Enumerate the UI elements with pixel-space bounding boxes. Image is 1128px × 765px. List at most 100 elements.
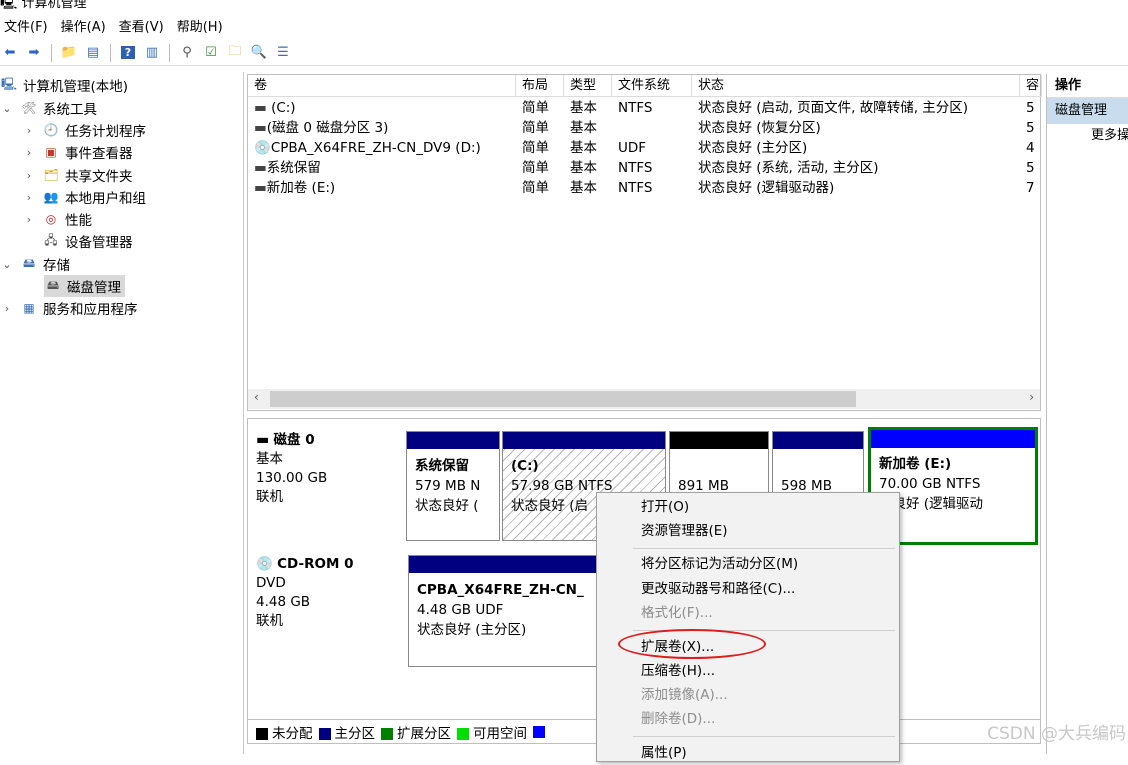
- actions-more[interactable]: 更多操: [1047, 124, 1128, 148]
- cdrom0-info[interactable]: 💿 CD-ROM 0 DVD 4.48 GB 联机: [256, 555, 353, 631]
- legend-logical: [533, 724, 549, 740]
- menu-item-mark-active[interactable]: 将分区标记为活动分区(M): [641, 552, 798, 576]
- column-header-type[interactable]: 类型: [564, 75, 612, 97]
- menu-bar: 文件(F) 操作(A) 查看(V) 帮助(H): [0, 14, 1128, 36]
- chevron-right-icon[interactable]: ›: [22, 146, 36, 159]
- tree-item-disk-management[interactable]: 🖴 磁盘管理: [44, 275, 125, 297]
- chevron-down-icon[interactable]: ⌄: [0, 258, 14, 271]
- table-row[interactable]: ▬系统保留 简单 基本 NTFS 状态良好 (系统, 活动, 主分区) 5: [248, 158, 1042, 178]
- actions-section-disk-management[interactable]: 磁盘管理: [1047, 98, 1128, 124]
- table-row[interactable]: ▬新加卷 (E:) 简单 基本 NTFS 状态良好 (逻辑驱动器) 7: [248, 178, 1042, 198]
- menu-item-format[interactable]: 格式化(F)...: [641, 601, 713, 625]
- tree-item-device-manager[interactable]: 🖧 设备管理器: [22, 230, 132, 252]
- disk-icon: ▬: [256, 432, 270, 448]
- users-icon: 👥: [43, 190, 59, 204]
- volume-list-header: 卷 布局 类型 文件系统 状态 容: [248, 75, 1042, 97]
- column-header-capacity[interactable]: 容: [1020, 75, 1042, 97]
- forward-icon[interactable]: ➡: [24, 43, 44, 63]
- performance-icon: ◎: [45, 212, 57, 226]
- legend-primary: 主分区: [318, 722, 375, 742]
- new-folder-icon[interactable]: 🗀: [225, 43, 245, 63]
- menu-view[interactable]: 查看(V): [115, 16, 173, 35]
- legend-free: 可用空间: [457, 722, 527, 742]
- column-header-layout[interactable]: 布局: [516, 75, 564, 97]
- chevron-right-icon[interactable]: ›: [22, 191, 36, 204]
- scrollbar-thumb[interactable]: [270, 391, 856, 407]
- computer-icon: 🖳: [0, 76, 17, 91]
- partition-dvd[interactable]: CPBA_X64FRE_ZH-CN_ 4.48 GB UDF 状态良好 (主分区): [408, 555, 608, 667]
- column-header-volume[interactable]: 卷: [248, 75, 516, 97]
- show-hide-tree-icon[interactable]: ▤: [83, 43, 103, 63]
- table-row[interactable]: 💿CPBA_X64FRE_ZH-CN_DV9 (D:) 简单 基本 UDF 状态…: [248, 138, 1042, 158]
- volume-list: 卷 布局 类型 文件系统 状态 容 ▬ (C:) 简单 基本 NTFS 状态良好…: [247, 74, 1042, 411]
- toolbar: ⬅ ➡ 📁 ▤ ? ▥ ⚲ ☑ 🗀 🔍 ☰: [0, 40, 1128, 66]
- volume-icon: ▬: [254, 100, 267, 116]
- legend-unallocated: 未分配: [256, 722, 313, 742]
- window-title: 🖳 计算机管理: [0, 0, 1128, 11]
- horizontal-scrollbar[interactable]: ‹ ›: [248, 389, 1040, 409]
- storage-icon: 🖴: [22, 255, 36, 270]
- tree-item-services[interactable]: › ▦ 服务和应用程序: [0, 297, 138, 319]
- tree-item-event-viewer[interactable]: › ▣ 事件查看器: [22, 141, 133, 163]
- tree-item-system-tools[interactable]: ⌄ 🛠 系统工具: [0, 97, 97, 119]
- checklist-icon[interactable]: ☑: [201, 43, 221, 63]
- actions-header: 操作: [1047, 74, 1128, 98]
- chevron-right-icon[interactable]: ›: [0, 302, 14, 315]
- shared-folder-icon: 🗂: [43, 168, 59, 182]
- legend-extended: 扩展分区: [381, 722, 451, 742]
- tree-item-storage[interactable]: ⌄ 🖴 存储: [0, 253, 70, 275]
- menu-help[interactable]: 帮助(H): [173, 16, 232, 35]
- device-manager-icon: 🖧: [44, 232, 58, 247]
- menu-separator: [633, 630, 895, 631]
- volume-icon: ▬: [254, 120, 267, 136]
- tree-item-performance[interactable]: › ◎ 性能: [22, 208, 92, 230]
- table-row[interactable]: ▬ (C:) 简单 基本 NTFS 状态良好 (启动, 页面文件, 故障转储, …: [248, 98, 1042, 118]
- table-row[interactable]: ▬(磁盘 0 磁盘分区 3) 简单 基本 状态良好 (恢复分区) 5: [248, 118, 1042, 138]
- menu-item-change-drive-letter[interactable]: 更改驱动器号和路径(C)...: [641, 577, 795, 601]
- chevron-right-icon[interactable]: ›: [22, 169, 36, 182]
- properties-icon[interactable]: ☰: [273, 43, 293, 63]
- scroll-left-icon[interactable]: ‹: [254, 390, 259, 404]
- tree-item-root[interactable]: 🖳 计算机管理(本地): [0, 74, 128, 96]
- menu-item-open[interactable]: 打开(O): [641, 495, 689, 519]
- column-header-status[interactable]: 状态: [692, 75, 1020, 97]
- tools-icon: 🛠: [21, 101, 37, 115]
- menu-separator: [633, 736, 895, 737]
- console-tree: 🖳 计算机管理(本地) ⌄ 🛠 系统工具 › 🕘 任务计划程序 › ▣ 事件查看…: [0, 72, 244, 754]
- toolbar-separator: [110, 43, 111, 62]
- chevron-right-icon[interactable]: ›: [22, 213, 36, 226]
- menu-item-delete-volume[interactable]: 删除卷(D)...: [641, 707, 715, 731]
- menu-item-add-mirror[interactable]: 添加镜像(A)...: [641, 683, 728, 707]
- actions-pane: 操作 磁盘管理 更多操: [1046, 74, 1128, 754]
- dvd-drive-icon: 💿: [254, 140, 271, 156]
- connect-icon[interactable]: ⚲: [177, 43, 197, 63]
- menu-item-shrink-volume[interactable]: 压缩卷(H)...: [641, 659, 715, 683]
- menu-item-properties[interactable]: 属性(P): [641, 741, 687, 765]
- tree-item-task-scheduler[interactable]: › 🕘 任务计划程序: [22, 119, 146, 141]
- tree-item-local-users[interactable]: › 👥 本地用户和组: [22, 186, 146, 208]
- menu-file[interactable]: 文件(F): [0, 16, 57, 35]
- chevron-right-icon[interactable]: ›: [22, 124, 36, 137]
- event-log-icon: ▣: [45, 145, 57, 159]
- scroll-right-icon[interactable]: ›: [1029, 390, 1034, 404]
- dvd-drive-icon: 💿: [256, 556, 273, 572]
- tree-item-shared-folders[interactable]: › 🗂 共享文件夹: [22, 164, 133, 186]
- show-action-pane-icon[interactable]: ▥: [142, 43, 162, 63]
- menu-item-explorer[interactable]: 资源管理器(E): [641, 519, 728, 543]
- help-icon[interactable]: ?: [118, 43, 138, 63]
- toolbar-separator: [51, 43, 52, 62]
- disk0-info[interactable]: ▬ 磁盘 0 基本 130.00 GB 联机: [256, 431, 327, 507]
- up-folder-icon[interactable]: 📁: [59, 43, 79, 63]
- menu-item-extend-volume[interactable]: 扩展卷(X)...: [641, 635, 714, 659]
- column-header-filesystem[interactable]: 文件系统: [612, 75, 692, 97]
- back-icon[interactable]: ⬅: [0, 43, 20, 63]
- menu-separator: [633, 548, 895, 549]
- app-icon: 🖳: [0, 0, 18, 11]
- disk-icon: 🖴: [46, 277, 60, 292]
- partition-system-reserved[interactable]: 系统保留 579 MB N 状态良好 (: [406, 431, 500, 541]
- chevron-down-icon[interactable]: ⌄: [0, 102, 14, 115]
- search-folder-icon[interactable]: 🔍: [249, 43, 269, 63]
- clock-icon: 🕘: [43, 123, 59, 137]
- volume-icon: ▬: [254, 160, 267, 176]
- menu-action[interactable]: 操作(A): [57, 16, 115, 35]
